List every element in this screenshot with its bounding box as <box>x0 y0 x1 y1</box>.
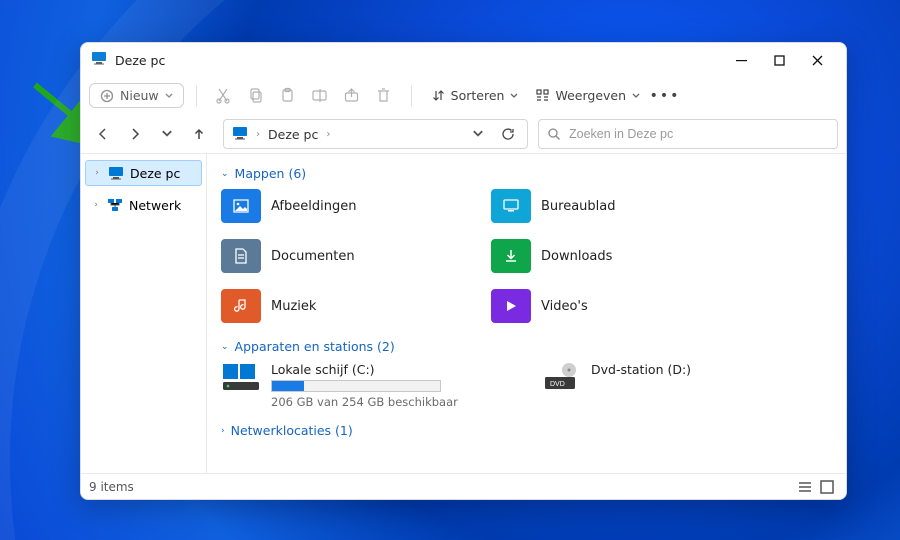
view-icon <box>536 89 549 102</box>
section-header-folders[interactable]: ⌄ Mappen (6) <box>221 166 836 181</box>
item-count: 9 items <box>89 480 134 494</box>
toolbar: Nieuw Sorteren Weergeven ••• <box>81 77 846 115</box>
sort-icon <box>432 89 445 102</box>
titlebar: Deze pc <box>81 43 846 77</box>
drive-label: Lokale schijf (C:) <box>271 362 458 377</box>
folder-label: Bureaublad <box>541 199 616 214</box>
view-button[interactable]: Weergeven <box>528 84 648 107</box>
close-button[interactable] <box>798 45 836 75</box>
divider <box>411 85 412 107</box>
folder-icon <box>491 189 531 223</box>
drive-icon <box>221 362 261 392</box>
cut-button[interactable] <box>209 81 239 111</box>
tiles-view-button[interactable] <box>816 476 838 498</box>
forward-button[interactable] <box>121 120 149 148</box>
explorer-window: Deze pc Nieuw Sorteren Weergeven ••• <box>80 42 847 500</box>
drive-space-bar <box>271 380 441 392</box>
folder-icon <box>221 189 261 223</box>
chevron-down-icon <box>165 92 173 100</box>
navbar: › Deze pc › <box>81 115 846 153</box>
plus-circle-icon <box>100 89 114 103</box>
svg-text:DVD: DVD <box>550 381 565 388</box>
folder-label: Documenten <box>271 249 355 264</box>
delete-button[interactable] <box>369 81 399 111</box>
share-button[interactable] <box>337 81 367 111</box>
address-bar[interactable]: › Deze pc › <box>223 119 528 149</box>
folder-label: Video's <box>541 299 588 314</box>
folder-icon <box>221 289 261 323</box>
window-title: Deze pc <box>115 53 165 68</box>
section-header-label: Apparaten en stations (2) <box>235 339 395 354</box>
divider <box>196 85 197 107</box>
folder-label: Downloads <box>541 249 612 264</box>
copy-button[interactable] <box>241 81 271 111</box>
section-header-label: Netwerklocaties (1) <box>231 423 353 438</box>
minimize-button[interactable] <box>722 45 760 75</box>
caret-icon: › <box>221 426 225 436</box>
folder-item[interactable]: Video's <box>491 289 701 323</box>
this-pc-icon <box>91 50 107 70</box>
status-bar: 9 items <box>81 473 846 499</box>
new-button[interactable]: Nieuw <box>89 83 184 108</box>
folder-icon <box>221 239 261 273</box>
drive-label: Dvd-station (D:) <box>591 362 691 377</box>
chevron-down-icon <box>510 92 518 100</box>
sidebar-item-label: Deze pc <box>130 166 180 181</box>
view-label: Weergeven <box>555 88 626 103</box>
body: › Deze pc › Netwerk ⌄ Mappen (6) Afbeeld… <box>81 153 846 473</box>
sidebar-item-network[interactable]: › Netwerk <box>85 192 202 218</box>
caret-icon: ⌄ <box>221 169 229 179</box>
breadcrumb-item[interactable]: Deze pc <box>268 127 318 142</box>
folder-icon <box>491 289 531 323</box>
main-pane: ⌄ Mappen (6) Afbeeldingen Bureaublad Docum… <box>207 154 846 473</box>
section-header-devices[interactable]: ⌄ Apparaten en stations (2) <box>221 339 836 354</box>
folder-icon <box>491 239 531 273</box>
folder-item[interactable]: Bureaublad <box>491 189 701 223</box>
history-dropdown[interactable] <box>153 120 181 148</box>
caret-icon: › <box>91 200 101 210</box>
dvd-icon: DVD <box>541 362 581 392</box>
paste-button[interactable] <box>273 81 303 111</box>
rename-button[interactable] <box>305 81 335 111</box>
section-header-label: Mappen (6) <box>235 166 307 181</box>
sidebar-item-this-pc[interactable]: › Deze pc <box>85 160 202 186</box>
chevron-right-icon: › <box>326 129 330 140</box>
refresh-button[interactable] <box>495 120 521 148</box>
folder-label: Muziek <box>271 299 316 314</box>
nav-pane: › Deze pc › Netwerk <box>81 154 207 473</box>
search-input[interactable] <box>569 127 829 141</box>
more-button[interactable]: ••• <box>650 81 680 111</box>
drive-dvd-d[interactable]: DVD Dvd-station (D:) <box>541 362 801 409</box>
drive-local-c[interactable]: Lokale schijf (C:) 206 GB van 254 GB bes… <box>221 362 481 409</box>
drive-space-text: 206 GB van 254 GB beschikbaar <box>271 395 458 409</box>
folder-item[interactable]: Documenten <box>221 239 431 273</box>
back-button[interactable] <box>89 120 117 148</box>
sort-button[interactable]: Sorteren <box>424 84 527 107</box>
folder-item[interactable]: Afbeeldingen <box>221 189 431 223</box>
sort-label: Sorteren <box>451 88 505 103</box>
caret-icon: › <box>92 168 102 178</box>
folder-item[interactable]: Muziek <box>221 289 431 323</box>
section-header-network-locations[interactable]: › Netwerklocaties (1) <box>221 423 836 438</box>
details-view-button[interactable] <box>794 476 816 498</box>
this-pc-icon <box>232 125 248 144</box>
sidebar-item-label: Netwerk <box>129 198 181 213</box>
maximize-button[interactable] <box>760 45 798 75</box>
chevron-down-icon <box>632 92 640 100</box>
network-icon <box>107 197 123 213</box>
search-icon <box>547 127 561 141</box>
chevron-right-icon: › <box>256 129 260 140</box>
address-dropdown[interactable] <box>465 120 491 148</box>
folder-item[interactable]: Downloads <box>491 239 701 273</box>
up-button[interactable] <box>185 120 213 148</box>
search-box[interactable] <box>538 119 838 149</box>
this-pc-icon <box>108 165 124 181</box>
caret-icon: ⌄ <box>221 342 229 352</box>
new-button-label: Nieuw <box>120 88 159 103</box>
folder-label: Afbeeldingen <box>271 199 356 214</box>
